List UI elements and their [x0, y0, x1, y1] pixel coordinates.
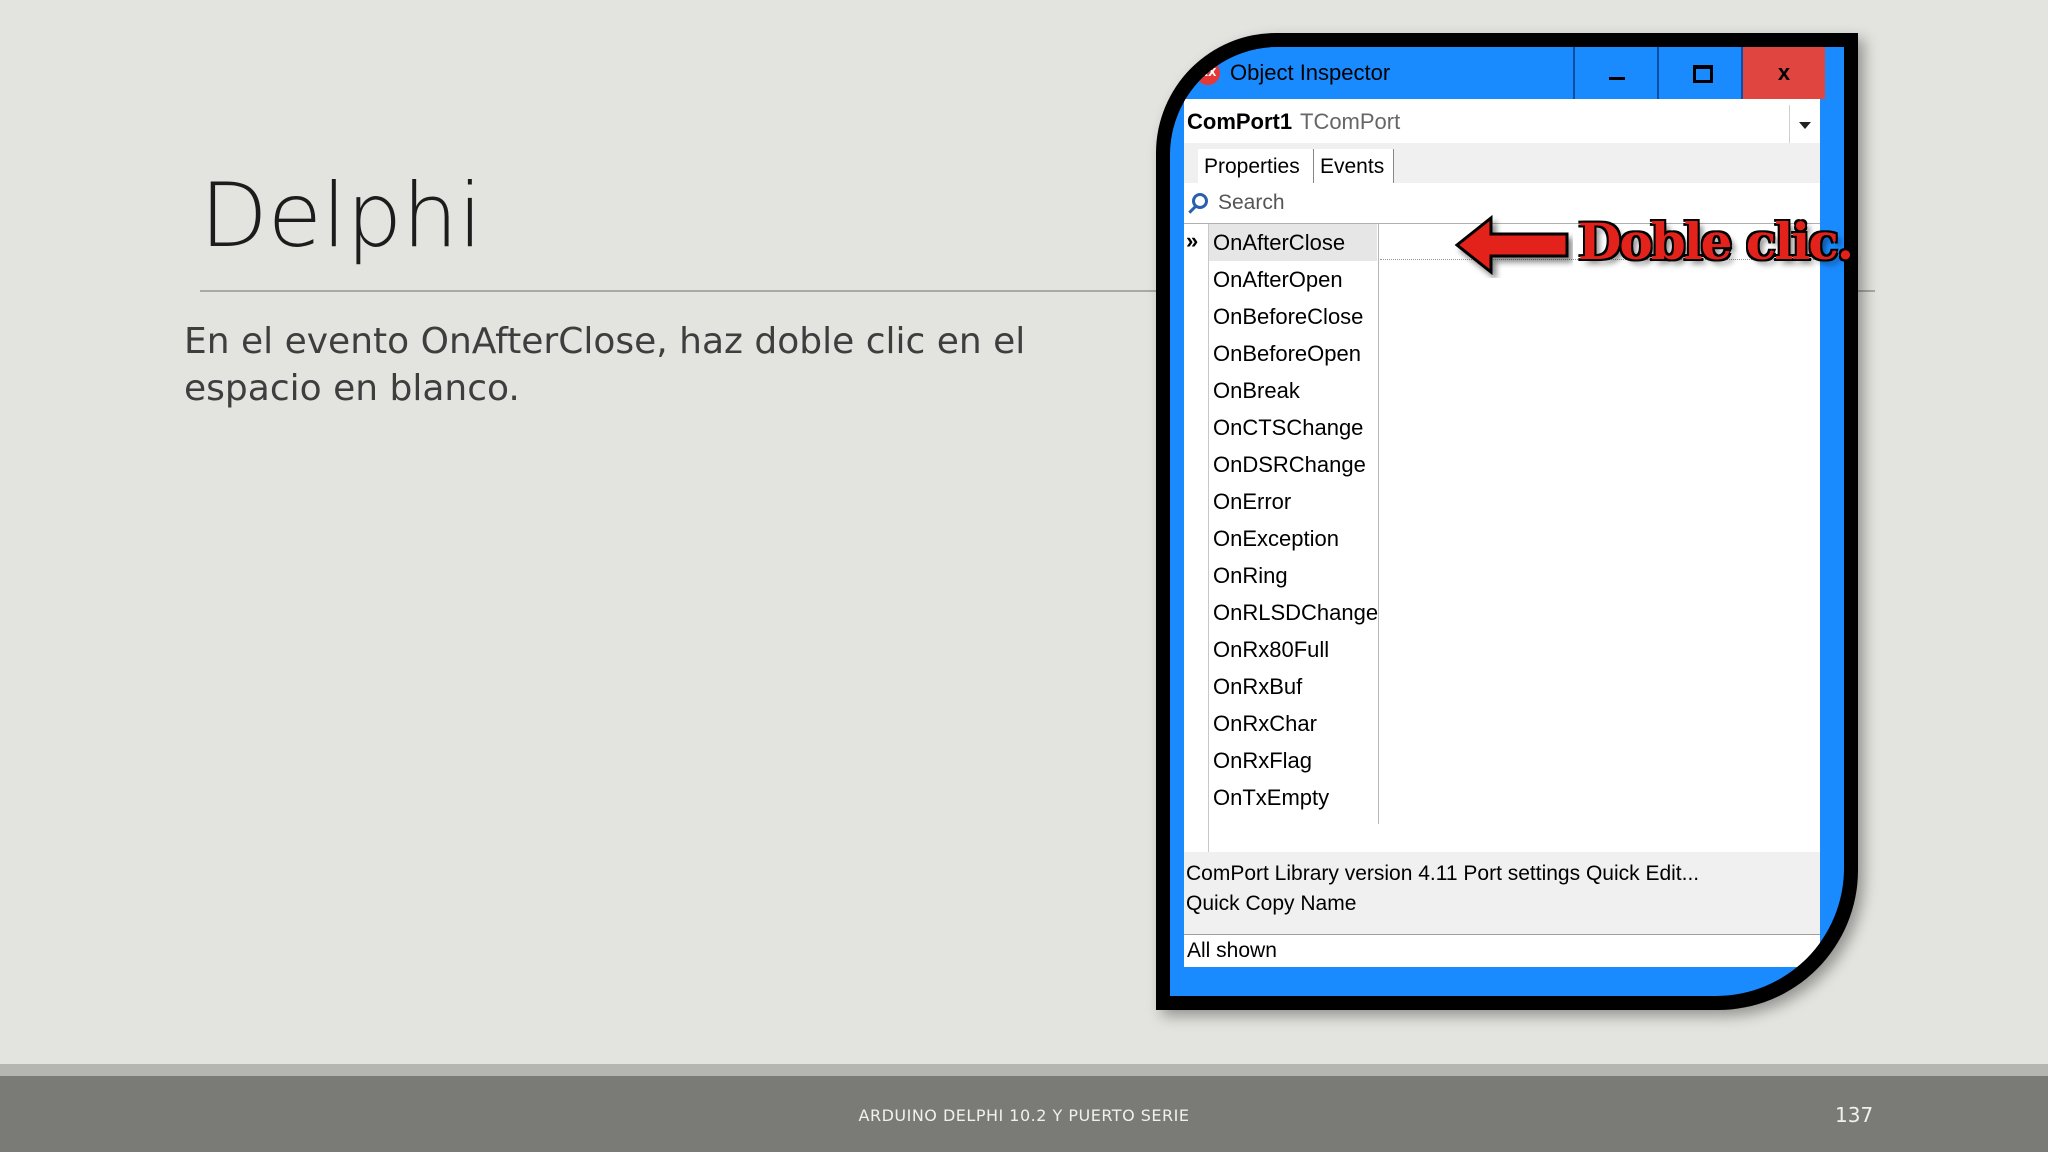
- event-item[interactable]: OnBeforeClose: [1209, 298, 1377, 335]
- close-icon: x: [1777, 60, 1791, 85]
- footer-strip: [0, 1064, 2048, 1076]
- current-row-marker-icon: »: [1186, 228, 1199, 253]
- tab-events[interactable]: Events: [1314, 149, 1394, 183]
- object-inspector-window: RX Object Inspector x ComPort1 TComPort …: [1170, 47, 1844, 996]
- maximize-button[interactable]: [1657, 47, 1741, 99]
- minimize-button[interactable]: [1573, 47, 1657, 99]
- chevron-down-icon[interactable]: [1789, 105, 1820, 143]
- event-item[interactable]: OnRing: [1209, 557, 1377, 594]
- event-item[interactable]: OnDSRChange: [1209, 446, 1377, 483]
- close-button[interactable]: x: [1741, 47, 1825, 99]
- bottom-status-bar: All shown: [1184, 935, 1820, 967]
- event-item[interactable]: OnRx80Full: [1209, 631, 1377, 668]
- footer-text: ARDUINO DELPHI 10.2 Y PUERTO SERIE: [858, 1106, 1190, 1125]
- event-item[interactable]: OnBreak: [1209, 372, 1377, 409]
- search-input[interactable]: Search: [1218, 191, 1285, 215]
- event-item[interactable]: OnBeforeOpen: [1209, 335, 1377, 372]
- event-item[interactable]: OnRxChar: [1209, 705, 1377, 742]
- inspector-status-area: ComPort Library version 4.11 Port settin…: [1184, 852, 1820, 935]
- event-item[interactable]: OnRxFlag: [1209, 742, 1377, 779]
- page-number: 137: [1835, 1103, 1874, 1127]
- row-gutter: »: [1184, 224, 1209, 852]
- inspector-tabs: Properties Events: [1184, 143, 1820, 184]
- rad-studio-icon: RX: [1196, 61, 1220, 85]
- column-divider: [1378, 224, 1379, 824]
- window-title: Object Inspector: [1230, 60, 1391, 85]
- status-line-commands[interactable]: ComPort Library version 4.11 Port settin…: [1186, 862, 1699, 886]
- status-line-quick-copy[interactable]: Quick Copy Name: [1186, 892, 1356, 916]
- event-item[interactable]: OnTxEmpty: [1209, 779, 1377, 816]
- event-item[interactable]: OnAfterOpen: [1209, 261, 1377, 298]
- red-arrow-left-icon: [1454, 214, 1569, 276]
- event-item[interactable]: OnCTSChange: [1209, 409, 1377, 446]
- component-type: TComPort: [1300, 109, 1401, 134]
- event-item[interactable]: OnRxBuf: [1209, 668, 1377, 705]
- maximize-icon: [1693, 65, 1713, 83]
- window-titlebar: RX Object Inspector x: [1170, 47, 1844, 99]
- slide-body-text: En el evento OnAfterClose, haz doble cli…: [184, 321, 1026, 409]
- event-item[interactable]: OnError: [1209, 483, 1377, 520]
- doble-clic-annotation: Doble clic.: [1578, 212, 1854, 271]
- component-selector[interactable]: ComPort1 TComPort: [1184, 99, 1820, 144]
- event-item-onafterclose[interactable]: OnAfterClose: [1209, 224, 1377, 261]
- object-inspector-screenshot: RX Object Inspector x ComPort1 TComPort …: [1156, 33, 1858, 1010]
- minimize-icon: [1609, 77, 1625, 80]
- tab-properties[interactable]: Properties: [1198, 149, 1314, 183]
- event-list: » OnAfterClose OnAfterOpen OnBeforeClose…: [1184, 224, 1820, 852]
- bottom-status-text: All shown: [1187, 939, 1277, 962]
- event-item[interactable]: OnRLSDChange: [1209, 594, 1378, 631]
- event-item[interactable]: OnException: [1209, 520, 1377, 557]
- component-name: ComPort1: [1187, 109, 1293, 134]
- search-icon: [1192, 193, 1208, 209]
- slide-title: Delphi: [200, 164, 483, 267]
